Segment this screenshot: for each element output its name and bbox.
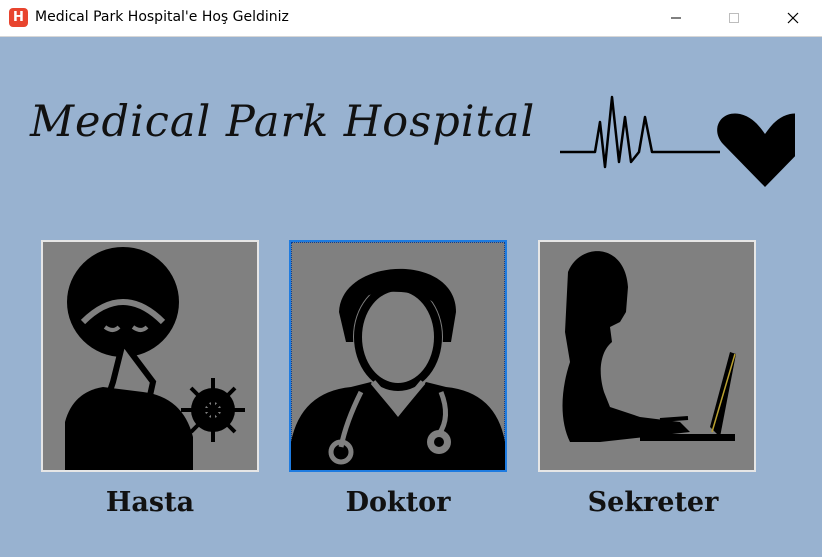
doctor-tile[interactable] (289, 240, 507, 472)
main-panel: Medical Park Hospital Hasta Doktor Sekre… (0, 37, 822, 557)
title-bar: H Medical Park Hospital'e Hoş Geldiniz (0, 0, 822, 37)
secretary-laptop-icon (562, 251, 736, 442)
hospital-title: Medical Park Hospital (30, 97, 536, 147)
patient-label[interactable]: Hasta (40, 487, 260, 518)
secretary-tile[interactable] (538, 240, 756, 472)
minimize-button[interactable] (653, 0, 699, 36)
minimize-icon (671, 17, 681, 19)
patient-tile[interactable] (41, 240, 259, 472)
app-icon: H (9, 8, 28, 27)
patient-sneezing-icon (65, 247, 245, 470)
close-button[interactable] (770, 0, 816, 36)
maximize-icon (729, 13, 739, 23)
doctor-label[interactable]: Doktor (288, 487, 508, 518)
close-icon (787, 12, 799, 24)
heartbeat-heart-icon (560, 95, 795, 187)
secretary-label[interactable]: Sekreter (543, 487, 763, 518)
window-title: Medical Park Hospital'e Hoş Geldiniz (35, 9, 289, 25)
doctor-stethoscope-icon (291, 268, 505, 470)
maximize-button[interactable] (711, 0, 757, 36)
